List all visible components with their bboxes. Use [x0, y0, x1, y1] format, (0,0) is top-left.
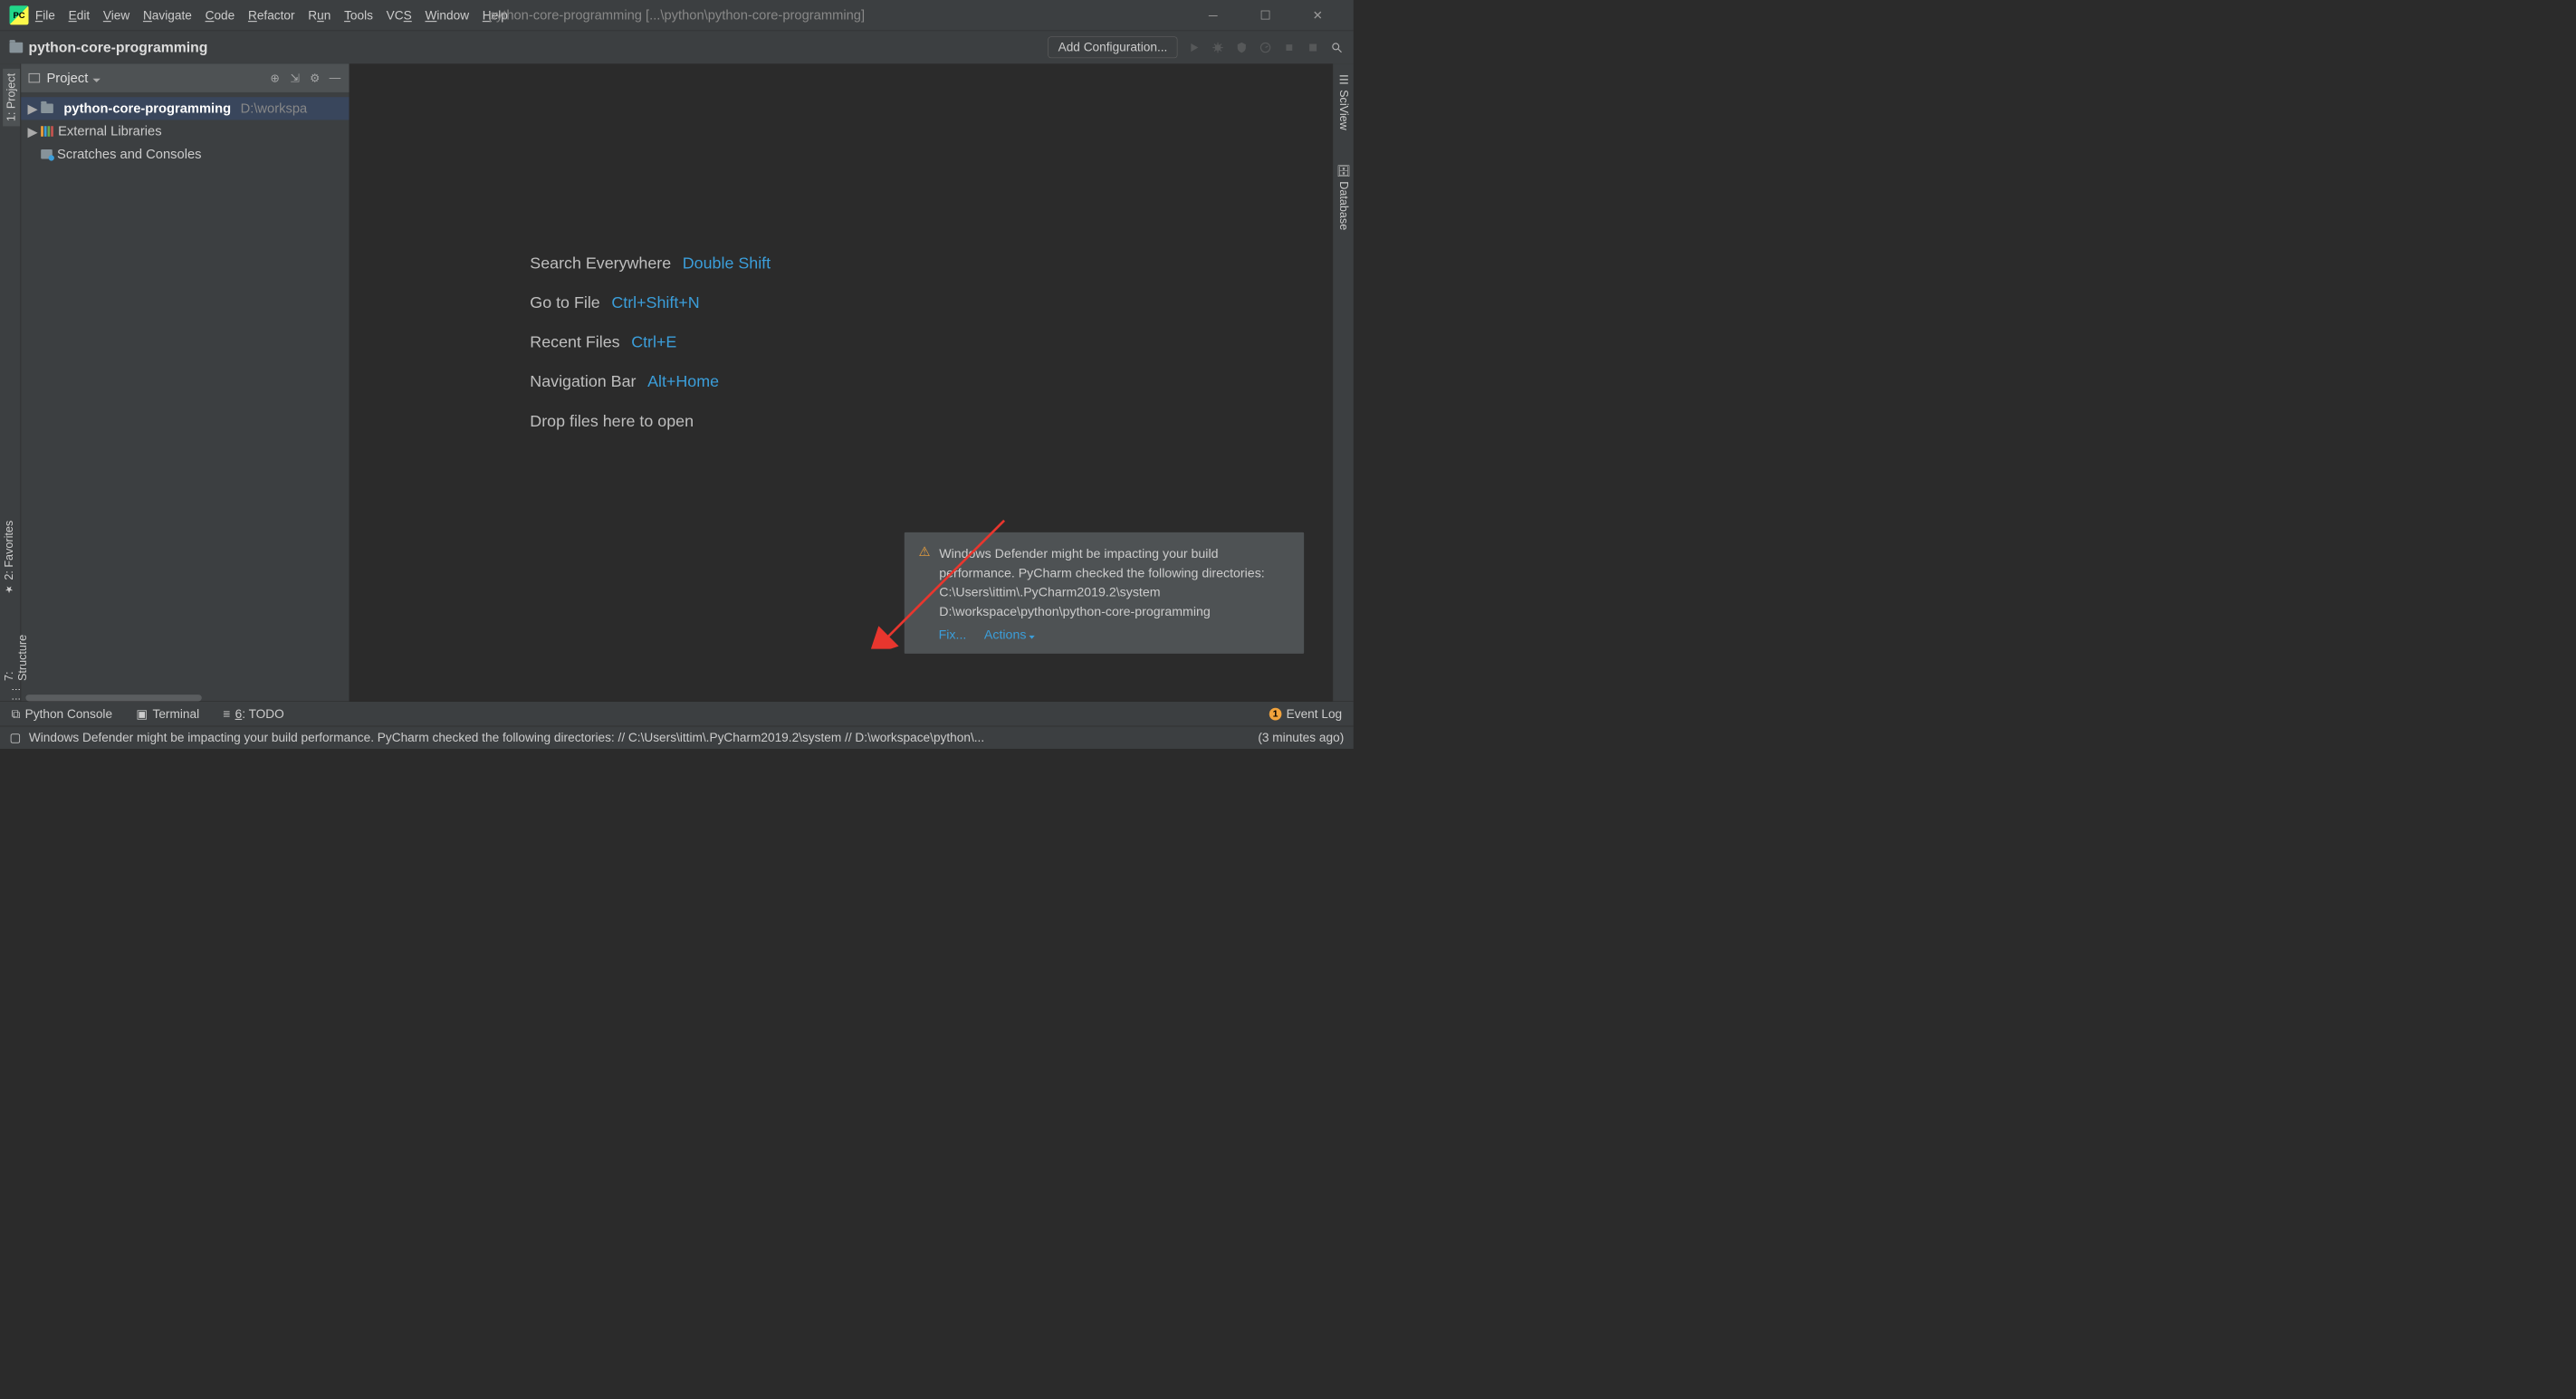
tab-terminal[interactable]: ▣Terminal: [136, 706, 199, 721]
folder-icon: [10, 42, 24, 53]
event-count-badge: 1: [1269, 708, 1282, 721]
menubar: File Edit View Navigate Code Refactor Ru…: [35, 8, 508, 23]
coverage-icon[interactable]: [1234, 40, 1249, 54]
menu-view[interactable]: View: [103, 8, 129, 23]
menu-window[interactable]: Window: [425, 8, 469, 23]
menu-refactor[interactable]: Refactor: [248, 8, 295, 23]
tab-todo[interactable]: ≡6: TODO: [223, 706, 283, 721]
maximize-button[interactable]: ☐: [1259, 8, 1273, 23]
tab-project[interactable]: 1: Project: [3, 69, 20, 127]
menu-vcs[interactable]: VCS: [387, 8, 412, 23]
close-button[interactable]: ✕: [1310, 8, 1325, 23]
menu-navigate[interactable]: Navigate: [143, 8, 192, 23]
pycharm-icon: PC: [10, 5, 29, 24]
folder-icon: [41, 104, 53, 114]
editor-tips: Search Everywhere Double Shift Go to File…: [530, 254, 771, 431]
debug-icon[interactable]: [1211, 40, 1225, 54]
statusbar-icon[interactable]: ▢: [10, 730, 22, 744]
menu-code[interactable]: Code: [206, 8, 235, 23]
statusbar-message: Windows Defender might be impacting your…: [29, 730, 984, 744]
attach-icon[interactable]: [1282, 40, 1297, 54]
collapse-icon[interactable]: ⇲: [288, 72, 302, 85]
tip-label: Search Everywhere: [530, 254, 671, 273]
fix-link[interactable]: Fix...: [939, 628, 967, 642]
sidebar-title[interactable]: Project: [46, 71, 261, 86]
add-configuration-button[interactable]: Add Configuration...: [1049, 36, 1178, 58]
tree-external-libraries[interactable]: ▶ External Libraries: [21, 120, 350, 142]
notification-text: Windows Defender might be impacting your…: [939, 544, 1289, 621]
tip-shortcut: Double Shift: [683, 254, 771, 273]
tip-label: Go to File: [530, 293, 599, 311]
tab-favorites[interactable]: ★2: Favorites: [3, 521, 16, 596]
scratches-icon: [41, 149, 53, 159]
tab-python-console[interactable]: ⧉Python Console: [12, 706, 112, 722]
menu-tools[interactable]: Tools: [344, 8, 373, 23]
tab-database[interactable]: 🗄 Database: [1336, 164, 1350, 230]
project-view-icon: [29, 73, 41, 83]
actions-dropdown[interactable]: Actions: [984, 628, 1035, 642]
left-gutter: 1: Project ★2: Favorites ⋮⋮7: Structure: [0, 63, 21, 701]
external-libraries-icon: [41, 126, 53, 137]
menu-file[interactable]: File: [35, 8, 55, 23]
drop-hint: Drop files here to open: [530, 412, 771, 430]
navbar: python-core-programming Add Configuratio…: [0, 31, 1354, 64]
stop-icon[interactable]: [1306, 40, 1320, 54]
minimize-button[interactable]: ─: [1206, 8, 1221, 23]
warning-icon: ⚠: [919, 544, 931, 621]
profile-icon[interactable]: [1259, 40, 1273, 54]
gear-icon[interactable]: ⚙: [308, 72, 321, 85]
tree-project-root[interactable]: ▶ python-core-programming D:\workspa: [21, 97, 350, 120]
horizontal-scrollbar[interactable]: [25, 695, 201, 701]
window-title: python-core-programming [...\python\pyth…: [489, 7, 865, 23]
statusbar-time: (3 minutes ago): [1258, 730, 1344, 744]
breadcrumb[interactable]: python-core-programming: [29, 39, 208, 55]
project-tree: ▶ python-core-programming D:\workspa ▶ E…: [21, 92, 350, 702]
tab-event-log[interactable]: 1Event Log: [1269, 706, 1342, 721]
notification-popup: ⚠ Windows Defender might be impacting yo…: [905, 532, 1304, 654]
menu-edit[interactable]: Edit: [69, 8, 91, 23]
tip-shortcut: Alt+Home: [647, 372, 719, 390]
run-icon[interactable]: [1187, 40, 1202, 54]
locate-icon[interactable]: ⊕: [268, 72, 282, 85]
menu-run[interactable]: Run: [308, 8, 330, 23]
statusbar: ▢ Windows Defender might be impacting yo…: [0, 726, 1354, 749]
tip-label: Recent Files: [530, 333, 619, 351]
editor-area[interactable]: Search Everywhere Double Shift Go to File…: [350, 63, 1333, 701]
tip-label: Navigation Bar: [530, 372, 636, 390]
sidebar-header: Project ⊕ ⇲ ⚙ —: [21, 63, 350, 92]
tab-sciview[interactable]: ☰ SciView: [1336, 73, 1350, 130]
tip-shortcut: Ctrl+E: [631, 333, 676, 351]
hide-icon[interactable]: —: [329, 72, 342, 85]
titlebar: PC File Edit View Navigate Code Refactor…: [0, 0, 1354, 31]
bottom-toolbar: ⧉Python Console ▣Terminal ≡6: TODO 1Even…: [0, 701, 1354, 725]
right-gutter: ☰ SciView 🗄 Database: [1333, 63, 1354, 701]
search-icon[interactable]: [1329, 40, 1344, 54]
tree-scratches[interactable]: ▶ Scratches and Consoles: [21, 143, 350, 166]
tip-shortcut: Ctrl+Shift+N: [611, 293, 699, 311]
project-sidebar: Project ⊕ ⇲ ⚙ — ▶ python-core-programmin…: [21, 63, 350, 701]
